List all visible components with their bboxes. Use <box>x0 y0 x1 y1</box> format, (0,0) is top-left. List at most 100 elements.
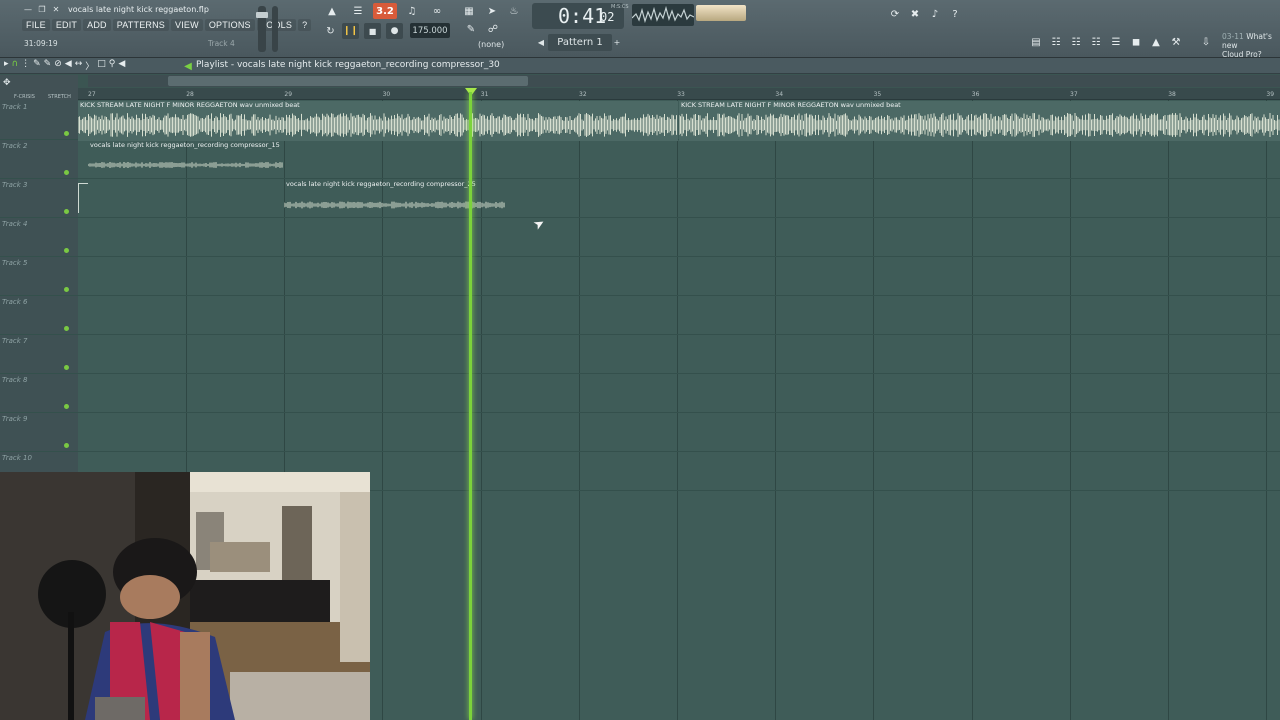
track-mute-dot[interactable] <box>64 131 69 136</box>
tools-icon[interactable]: ✖ <box>906 6 924 22</box>
grid-bar-line <box>1069 100 1071 720</box>
playhead[interactable] <box>469 92 472 720</box>
minimize-icon[interactable]: — <box>22 4 34 15</box>
track-label[interactable]: Track 4 <box>2 220 27 228</box>
microphone-icon[interactable]: ♪ <box>926 6 944 22</box>
track-mute-dot[interactable] <box>64 326 69 331</box>
delete-tool-icon[interactable]: ⊘ <box>54 59 62 72</box>
pattern-selector-none[interactable]: (none) <box>478 40 504 49</box>
playback-tool-icon[interactable]: ◀ <box>118 59 125 72</box>
master-volume-slider[interactable] <box>256 6 268 52</box>
playlist-arrow-icon[interactable]: ◀ <box>182 59 194 73</box>
oscilloscope <box>632 4 694 26</box>
track-label[interactable]: Track 8 <box>2 376 27 384</box>
master-pitch-slider[interactable] <box>272 6 278 52</box>
track-mute-dot[interactable] <box>64 248 69 253</box>
record-button[interactable]: ● <box>386 23 403 39</box>
restore-icon[interactable]: ❐ <box>36 4 48 15</box>
loop-icon[interactable]: ↻ <box>322 23 339 39</box>
blend-notes-icon[interactable]: ♫ <box>402 3 422 19</box>
menu-file[interactable]: FILE <box>22 19 50 31</box>
snap-icon[interactable]: ⋮ <box>21 59 30 72</box>
audio-clip[interactable]: KICK STREAM LATE NIGHT F MINOR REGGAETON… <box>679 101 1280 141</box>
snap-magnet-icon[interactable]: ∩ <box>12 59 19 72</box>
track-label[interactable]: Track 5 <box>2 259 27 267</box>
ruler-number: 27 <box>88 91 96 98</box>
pencil-icon[interactable]: ✎ <box>462 22 480 36</box>
hint-track: Track 4 <box>208 39 235 48</box>
track-label[interactable]: Track 7 <box>2 337 27 345</box>
zoom-tool-icon[interactable]: ⚲ <box>109 59 116 72</box>
menu-options[interactable]: OPTIONS <box>204 19 255 31</box>
draw-tool-icon[interactable]: ✎ <box>33 59 41 72</box>
project-icon[interactable]: ◼ <box>1128 34 1144 50</box>
close-icon[interactable]: ✕ <box>50 4 62 15</box>
metronome-icon[interactable]: ▲ <box>322 3 342 19</box>
arrow-right-icon[interactable]: ➤ <box>483 3 501 19</box>
bell-icon[interactable]: ♨ <box>505 3 523 19</box>
menu-edit[interactable]: EDIT <box>51 19 82 31</box>
waveform <box>88 162 283 168</box>
ruler-number: 36 <box>971 91 980 98</box>
browser-icon[interactable]: ☷ <box>1088 34 1104 50</box>
tempo-display[interactable]: 175.000 <box>410 23 450 38</box>
refresh-icon[interactable]: ⟳ <box>886 6 904 22</box>
wait-for-input-icon[interactable]: ☰ <box>348 3 368 19</box>
multilink-icon[interactable]: ∞ <box>427 3 447 19</box>
slice-tool-icon[interactable]: 〉 <box>85 59 94 72</box>
grid-track-line <box>0 217 1280 218</box>
playlist-menu-icon[interactable]: ▸ <box>4 59 9 72</box>
top-toolbar: — ❐ ✕ vocals late night kick reggaeton.f… <box>0 0 1280 59</box>
track-mute-dot[interactable] <box>64 404 69 409</box>
wrench-icon[interactable]: ⚒ <box>1168 34 1184 50</box>
pause-button[interactable]: ❙❙ <box>342 23 359 39</box>
audio-clip[interactable]: KICK STREAM LATE NIGHT F MINOR REGGAETON… <box>78 101 678 141</box>
menu-patterns[interactable]: PATTERNS <box>112 19 170 31</box>
paint-tool-icon[interactable]: ✎ <box>44 59 52 72</box>
move-icon[interactable]: ✥ <box>3 78 11 88</box>
track-mute-dot[interactable] <box>64 443 69 448</box>
mute-tool-icon[interactable]: ◀ <box>65 59 72 72</box>
playlist-view-icon[interactable]: ▦ <box>460 3 478 19</box>
help-icon[interactable]: ? <box>946 6 964 22</box>
pattern-add-icon[interactable]: + <box>612 34 622 51</box>
download-icon[interactable]: ⇩ <box>1198 34 1214 50</box>
news-panel[interactable]: 03-11 What's new Cloud Pro? <box>1222 32 1280 59</box>
grid-track-line <box>0 451 1280 452</box>
slip-tool-icon[interactable]: ↔ <box>75 59 83 72</box>
track-label[interactable]: Track 1 <box>2 103 27 111</box>
webcam-image <box>0 472 370 720</box>
link-icon[interactable]: ☍ <box>484 22 502 36</box>
mixer-view-icon[interactable]: ▤ <box>1028 34 1044 50</box>
track-label[interactable]: Track 3 <box>2 181 27 189</box>
channel-rack-icon[interactable]: ☷ <box>1048 34 1064 50</box>
select-tool-icon[interactable]: □ <box>97 59 106 72</box>
track-label[interactable]: Track 9 <box>2 415 27 423</box>
pattern-selector[interactable]: Pattern 1 <box>548 34 612 51</box>
track-mute-dot[interactable] <box>64 170 69 175</box>
plugin-icon[interactable]: ▲ <box>1148 34 1164 50</box>
track-label[interactable]: Track 6 <box>2 298 27 306</box>
ruler-number: 33 <box>677 91 685 98</box>
track-label[interactable]: Track 2 <box>2 142 27 150</box>
menu-view[interactable]: VIEW <box>171 19 203 31</box>
track-mute-dot[interactable] <box>64 209 69 214</box>
ruler-number: 37 <box>1070 91 1078 98</box>
waveform-path <box>88 162 283 168</box>
track-mute-dot[interactable] <box>64 365 69 370</box>
grid-bar-line <box>677 100 678 720</box>
piano-roll-icon[interactable]: ☷ <box>1068 34 1084 50</box>
menu-help[interactable]: ? <box>298 19 312 31</box>
menu-add[interactable]: ADD <box>83 19 111 31</box>
clip-fragment[interactable] <box>78 183 88 213</box>
record-mode-button[interactable]: 3.2 <box>373 3 397 19</box>
playlist-scroll-thumb[interactable] <box>168 76 528 86</box>
track-label[interactable]: Track 10 <box>2 454 32 462</box>
mixer-icon[interactable]: ☰ <box>1108 34 1124 50</box>
grid-track-line <box>0 334 1280 335</box>
stop-button[interactable]: ■ <box>364 23 381 39</box>
pattern-prev-icon[interactable]: ◀ <box>536 34 546 51</box>
audio-clip[interactable]: vocals late night kick reggaeton_recordi… <box>284 180 506 218</box>
track-mute-dot[interactable] <box>64 287 69 292</box>
audio-clip[interactable]: vocals late night kick reggaeton_recordi… <box>88 141 284 179</box>
